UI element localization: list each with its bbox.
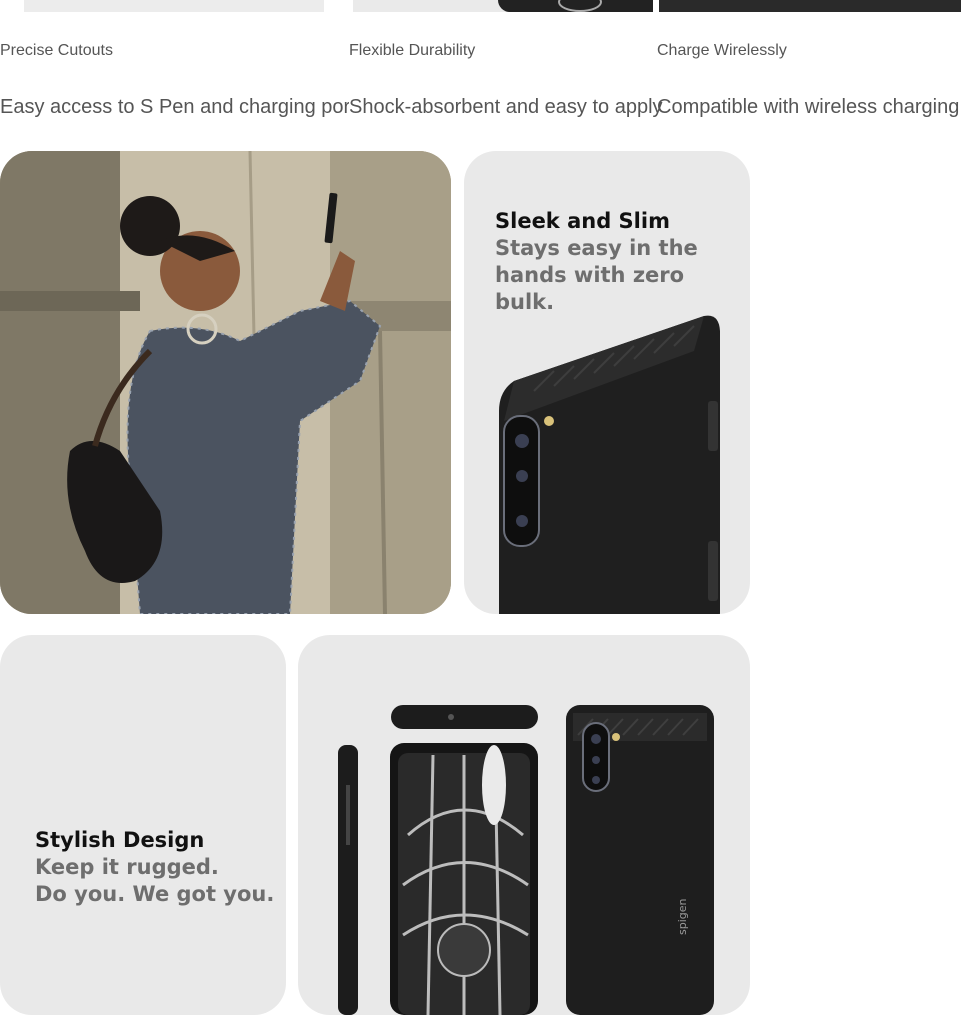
feature-image-cutouts	[24, 0, 324, 12]
case-views-image: spigen	[338, 705, 714, 1015]
feature-title-wireless: Charge Wirelessly	[657, 42, 787, 59]
feature-desc-wireless: Compatible with wireless charging	[657, 96, 960, 118]
stylish-line-1: Keep it rugged.	[35, 855, 219, 879]
case-views-card: spigen	[298, 635, 750, 1015]
phone-case-angled-image	[499, 315, 720, 614]
feature-image-wireless	[659, 0, 961, 12]
feature-title-durability: Flexible Durability	[349, 42, 476, 59]
lifestyle-photo	[0, 151, 451, 614]
stylish-title: Stylish Design	[35, 828, 205, 852]
sleek-line-2: hands with zero bulk.	[495, 263, 685, 314]
stylish-line-2: Do you. We got you.	[35, 882, 275, 906]
feature-desc-cutouts: Easy access to S Pen and charging port	[0, 96, 349, 118]
feature-desc-durability: Shock-absorbent and easy to apply	[349, 96, 663, 118]
sleek-title: Sleek and Slim	[495, 209, 670, 233]
woman-photographing-illustration	[0, 151, 451, 614]
sleek-line-1: Stays easy in the	[495, 236, 698, 260]
sleek-and-slim-card: Sleek and Slim Stays easy in the hands w…	[464, 151, 750, 614]
feature-image-durability	[353, 0, 653, 12]
brand-logo-text: spigen	[676, 898, 689, 935]
stylish-design-card: Stylish Design Keep it rugged. Do you. W…	[0, 635, 286, 1015]
feature-title-cutouts: Precise Cutouts	[0, 42, 113, 59]
